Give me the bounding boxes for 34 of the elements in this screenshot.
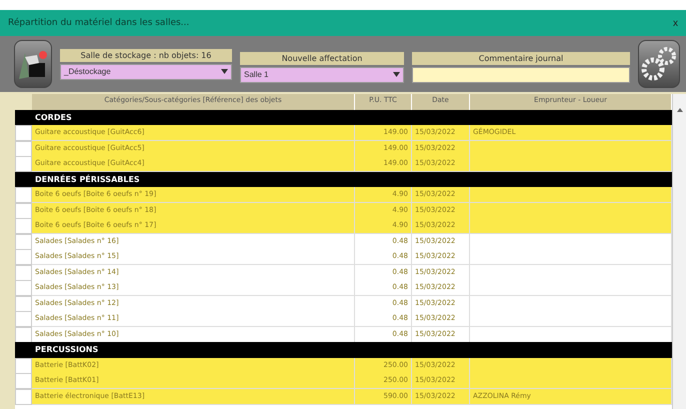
row-checkbox[interactable] xyxy=(15,280,32,296)
row-checkbox[interactable] xyxy=(15,202,32,218)
row-checkbox[interactable] xyxy=(15,296,32,312)
comment-field[interactable] xyxy=(412,66,630,82)
row-checkbox[interactable] xyxy=(15,140,32,156)
room-dropdown[interactable]: Salle 1 xyxy=(240,66,404,82)
assign-label: Nouvelle affectation xyxy=(240,52,404,64)
row-checkbox[interactable] xyxy=(15,264,32,280)
settings-button[interactable] xyxy=(638,40,680,88)
row-checkbox[interactable] xyxy=(15,326,32,342)
scroll-up-icon xyxy=(676,108,682,112)
row-checkbox[interactable] xyxy=(15,234,32,250)
scrollbar[interactable] xyxy=(672,94,686,409)
row-checkbox[interactable] xyxy=(15,388,32,404)
row-checkbox[interactable] xyxy=(15,125,32,141)
row-checkbox[interactable] xyxy=(15,358,32,374)
row-checkbox[interactable] xyxy=(15,218,32,234)
row-checkbox[interactable] xyxy=(15,373,32,389)
room-button[interactable] xyxy=(14,40,52,88)
comment-label: Commentaire journal xyxy=(412,52,630,64)
row-checkbox[interactable] xyxy=(15,187,32,203)
close-button[interactable]: x xyxy=(673,18,678,28)
storage-dropdown[interactable]: _Déstockage xyxy=(60,64,232,80)
caret-icon xyxy=(221,69,228,74)
category-label: PERCUSSIONS xyxy=(35,345,98,354)
caret-icon xyxy=(393,72,400,77)
row-checkbox[interactable] xyxy=(15,156,32,172)
category-label: DENRÉES PÉRISSABLES xyxy=(35,174,140,184)
category-label: CORDES xyxy=(35,112,72,122)
storage-label: Salle de stockage : nb objets: 16 xyxy=(60,48,232,62)
row-checkbox[interactable] xyxy=(15,311,32,327)
settings-icon xyxy=(639,45,679,83)
window-title: Répartition du matériel dans les salles... xyxy=(8,18,190,28)
row-checkbox[interactable] xyxy=(15,249,32,265)
